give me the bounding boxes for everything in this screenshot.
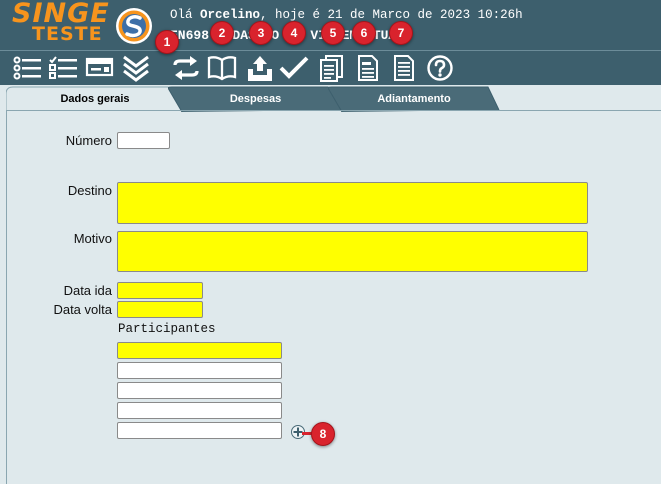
toolbar bbox=[0, 50, 661, 85]
user-name: Orcelino bbox=[200, 8, 261, 22]
documents-icon bbox=[320, 55, 343, 82]
motivo-label: Motivo bbox=[73, 231, 112, 246]
list-icon bbox=[13, 56, 41, 80]
destino-input[interactable] bbox=[117, 182, 588, 224]
data-ida-label: Data ida bbox=[63, 283, 112, 298]
callout-marker-8: 8 bbox=[311, 422, 335, 446]
documents-button[interactable] bbox=[316, 54, 348, 82]
participantes-label: Participantes bbox=[118, 322, 216, 336]
logo-environment: TESTE bbox=[32, 23, 103, 45]
expand-button[interactable] bbox=[120, 54, 152, 82]
motivo-input[interactable] bbox=[117, 231, 588, 272]
upload-icon bbox=[248, 56, 272, 81]
check-icon bbox=[279, 56, 309, 79]
callout-marker-5: 5 bbox=[321, 21, 345, 45]
tab-bar: Dados gerais Despesas Adiantamento bbox=[0, 86, 661, 112]
data-volta-input[interactable] bbox=[117, 301, 203, 318]
tab-adiantamento[interactable]: Adiantamento bbox=[328, 86, 500, 112]
numero-label: Número bbox=[65, 133, 112, 148]
callout-marker-4: 4 bbox=[282, 21, 306, 45]
list-button[interactable] bbox=[12, 54, 44, 82]
participante-input-1[interactable] bbox=[117, 342, 282, 359]
callout-marker-1: 1 bbox=[155, 30, 179, 54]
callout-marker-6: 6 bbox=[352, 21, 376, 45]
report-icon bbox=[394, 55, 414, 81]
logo-badge-icon bbox=[116, 8, 152, 44]
greeting-suffix: , hoje é 21 de Marco de 2023 10:26h bbox=[260, 8, 523, 22]
participante-input-4[interactable] bbox=[117, 402, 282, 419]
document-icon bbox=[358, 55, 378, 81]
tab-despesas-label: Despesas bbox=[229, 92, 282, 105]
book-icon bbox=[207, 56, 237, 81]
document-button[interactable] bbox=[352, 54, 384, 82]
checklist-icon bbox=[49, 56, 77, 79]
confirm-button[interactable] bbox=[278, 54, 310, 82]
callout-marker-7: 7 bbox=[389, 21, 413, 45]
checklist-button[interactable] bbox=[48, 54, 80, 82]
callout-marker-2: 2 bbox=[210, 21, 234, 45]
participante-input-5[interactable] bbox=[117, 422, 282, 439]
tab-adiantamento-label: Adiantamento bbox=[377, 92, 451, 105]
callout-marker-3: 3 bbox=[249, 21, 273, 45]
greeting-prefix: Olá bbox=[170, 8, 201, 22]
double-chevron-down-icon bbox=[123, 55, 149, 82]
upload-button[interactable] bbox=[244, 54, 276, 82]
book-button[interactable] bbox=[206, 54, 238, 82]
card-icon bbox=[85, 57, 114, 77]
tab-despesas[interactable]: Despesas bbox=[168, 86, 343, 112]
swap-button[interactable] bbox=[170, 54, 202, 82]
greeting: Olá Orcelino, hoje é 21 de Marco de 2023… bbox=[170, 8, 523, 22]
data-ida-input[interactable] bbox=[117, 282, 203, 299]
help-icon bbox=[427, 55, 453, 81]
tab-dados-gerais-label: Dados gerais bbox=[60, 92, 130, 105]
destino-label: Destino bbox=[67, 183, 112, 198]
numero-input[interactable] bbox=[117, 132, 170, 149]
card-button[interactable] bbox=[84, 54, 116, 82]
tab-dados-gerais[interactable]: Dados gerais bbox=[6, 86, 184, 112]
data-volta-label: Data volta bbox=[53, 302, 112, 317]
swap-icon bbox=[173, 56, 199, 80]
help-button[interactable] bbox=[424, 54, 456, 82]
report-button[interactable] bbox=[388, 54, 420, 82]
participante-input-2[interactable] bbox=[117, 362, 282, 379]
participante-input-3[interactable] bbox=[117, 382, 282, 399]
